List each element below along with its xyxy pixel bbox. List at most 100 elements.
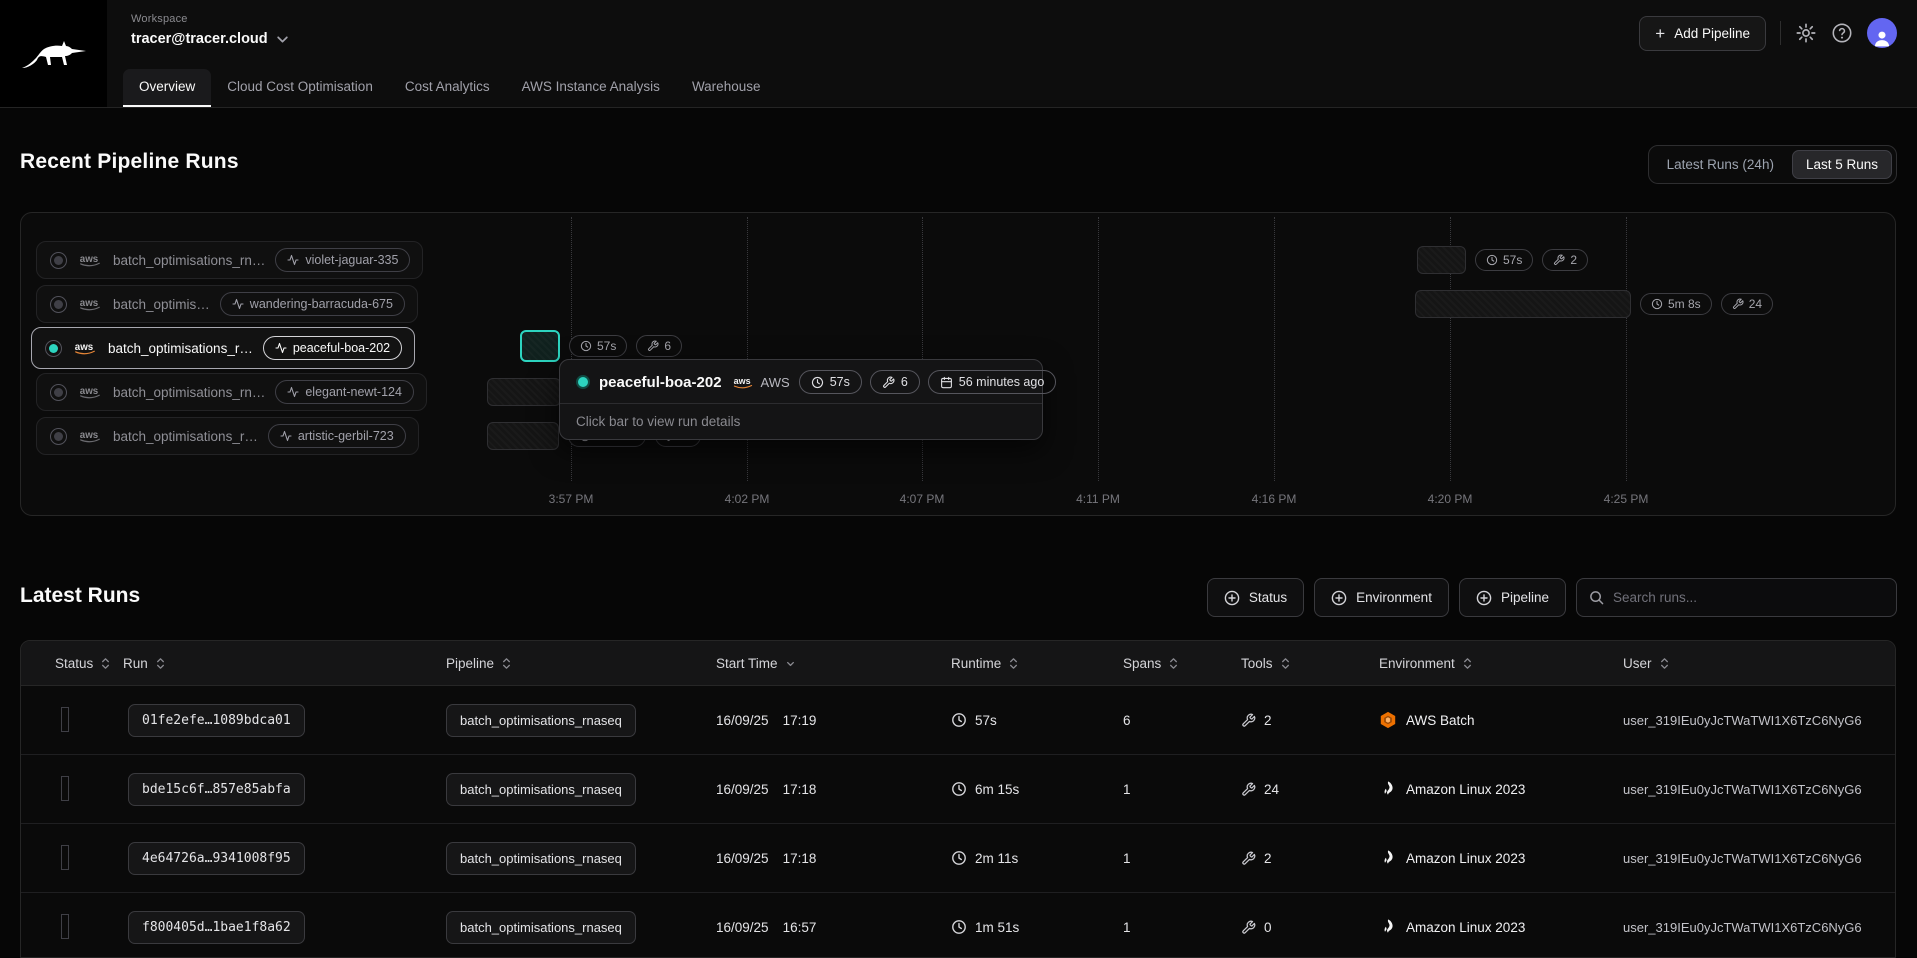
tracer-logo[interactable] [0, 0, 107, 107]
run-bar-selected[interactable] [520, 330, 560, 362]
amazon-linux-icon [1379, 849, 1397, 867]
pipeline-pill[interactable]: batch_optimisations_rnaseq [446, 773, 636, 806]
divider [1780, 21, 1781, 45]
time-range-toggle: Latest Runs (24h) Last 5 Runs [1648, 145, 1897, 184]
wrench-icon [1241, 713, 1256, 728]
run-chip-wandering-barracuda-675[interactable]: batch_optimis… wandering-barracuda-675 [36, 285, 418, 323]
amazon-linux-icon [1379, 918, 1397, 936]
axis-tick: 4:25 PM [1604, 492, 1649, 506]
runtime-value: 2m 11s [975, 851, 1018, 866]
last-5-runs-button[interactable]: Last 5 Runs [1792, 150, 1892, 179]
sort-icon [1462, 656, 1473, 671]
activity-icon [232, 298, 244, 310]
spans-value: 1 [1123, 851, 1241, 866]
run-id-pill[interactable]: 01fe2efe…1089bdca01 [128, 704, 305, 737]
run-id-pill[interactable]: 4e64726a…9341008f95 [128, 842, 305, 875]
table-row[interactable]: bde15c6f…857e85abfa batch_optimisations_… [21, 755, 1895, 824]
spans-value: 6 [1123, 713, 1241, 728]
search-runs-input[interactable] [1613, 590, 1884, 605]
sort-icon [501, 656, 512, 671]
run-id-pill[interactable]: f800405d…1bae1f8a62 [128, 911, 305, 944]
run-tag[interactable]: artistic-gerbil-723 [268, 424, 406, 448]
tools-pill: 24 [1721, 293, 1773, 315]
run-chip-violet-jaguar-335[interactable]: batch_optimisations_rn… violet-jaguar-33… [36, 241, 423, 279]
tab-cloud-cost-optimisation[interactable]: Cloud Cost Optimisation [211, 69, 389, 107]
latest-runs-title: Latest Runs [20, 584, 140, 608]
table-header: Status Run Pipeline Start Time Runtime S… [21, 641, 1895, 686]
settings-gear-icon[interactable] [1795, 22, 1817, 44]
main-nav-tabs: Overview Cloud Cost Optimisation Cost An… [123, 69, 776, 107]
runtime-value: 57s [975, 713, 997, 728]
column-header-pipeline[interactable]: Pipeline [446, 656, 716, 671]
axis-tick: 3:57 PM [549, 492, 594, 506]
column-header-runtime[interactable]: Runtime [951, 656, 1123, 671]
wrench-icon [1732, 298, 1744, 310]
run-chip-elegant-newt-124[interactable]: batch_optimisations_rn… elegant-newt-124 [36, 373, 427, 411]
column-header-spans[interactable]: Spans [1123, 656, 1241, 671]
table-row[interactable]: 4e64726a…9341008f95 batch_optimisations_… [21, 824, 1895, 893]
run-tag[interactable]: elegant-newt-124 [275, 380, 414, 404]
clock-icon [1486, 254, 1498, 266]
run-bar[interactable] [1415, 290, 1631, 318]
timeline-panel: batch_optimisations_rn… violet-jaguar-33… [20, 212, 1896, 516]
tooltip-run-name: peaceful-boa-202 [599, 374, 722, 391]
clock-icon [580, 340, 592, 352]
tab-warehouse[interactable]: Warehouse [676, 69, 777, 107]
calendar-icon [940, 376, 953, 389]
timeline-bar-row-1: 57s 2 [1417, 246, 1588, 274]
tab-aws-instance-analysis[interactable]: AWS Instance Analysis [506, 69, 676, 107]
status-dot-icon [50, 428, 67, 445]
pipeline-filter-button[interactable]: Pipeline [1459, 578, 1566, 617]
axis-tick: 4:20 PM [1428, 492, 1473, 506]
start-date: 16/09/25 [716, 782, 769, 797]
tab-overview[interactable]: Overview [123, 69, 211, 107]
column-header-tools[interactable]: Tools [1241, 656, 1379, 671]
help-icon[interactable] [1831, 22, 1853, 44]
runtime-value: 6m 15s [975, 782, 1019, 797]
add-pipeline-button[interactable]: + Add Pipeline [1639, 16, 1766, 51]
environment-value: Amazon Linux 2023 [1406, 851, 1525, 866]
tools-pill: 6 [636, 335, 682, 357]
topbar-actions: + Add Pipeline [1639, 0, 1897, 66]
axis-tick: 4:02 PM [725, 492, 770, 506]
aardvark-logo-icon [19, 34, 89, 74]
tooltip-time-ago-pill: 56 minutes ago [928, 370, 1056, 394]
tab-cost-analytics[interactable]: Cost Analytics [389, 69, 506, 107]
environment-filter-button[interactable]: Environment [1314, 578, 1449, 617]
run-bar[interactable] [487, 378, 561, 406]
column-header-run[interactable]: Run [123, 656, 446, 671]
column-header-start-time[interactable]: Start Time [716, 656, 951, 671]
run-tag[interactable]: peaceful-boa-202 [263, 336, 402, 360]
run-bar[interactable] [1417, 246, 1466, 274]
status-dot-icon [50, 384, 67, 401]
user-avatar[interactable] [1867, 18, 1897, 48]
run-tag[interactable]: wandering-barracuda-675 [220, 292, 405, 316]
pipeline-name: batch_optimisations_r… [113, 429, 258, 444]
status-filter-button[interactable]: Status [1207, 578, 1304, 617]
run-bar[interactable] [487, 422, 559, 450]
workspace-switcher[interactable]: Workspace tracer@tracer.cloud [131, 13, 289, 47]
wrench-icon [1241, 782, 1256, 797]
pipeline-pill[interactable]: batch_optimisations_rnaseq [446, 704, 636, 737]
chevron-down-icon [276, 33, 289, 46]
run-id-pill[interactable]: bde15c6f…857e85abfa [128, 773, 305, 806]
pipeline-pill[interactable]: batch_optimisations_rnaseq [446, 842, 636, 875]
run-tooltip: peaceful-boa-202 AWS 57s 6 56 minutes ag… [559, 359, 1043, 440]
status-dot-icon [50, 252, 67, 269]
table-row[interactable]: 01fe2efe…1089bdca01 batch_optimisations_… [21, 686, 1895, 755]
column-header-user[interactable]: User [1623, 656, 1895, 671]
latest-runs-24h-button[interactable]: Latest Runs (24h) [1653, 150, 1788, 179]
run-tag[interactable]: violet-jaguar-335 [275, 248, 410, 272]
pipeline-name: batch_optimisations_r… [108, 341, 253, 356]
column-header-status[interactable]: Status [21, 656, 123, 671]
table-row[interactable]: f800405d…1bae1f8a62 batch_optimisations_… [21, 893, 1895, 958]
run-chip-artistic-gerbil-723[interactable]: batch_optimisations_r… artistic-gerbil-7… [36, 417, 419, 455]
tooltip-runtime-pill: 57s [799, 370, 862, 394]
activity-icon [280, 430, 292, 442]
column-header-environment[interactable]: Environment [1379, 656, 1623, 671]
run-chip-peaceful-boa-202[interactable]: batch_optimisations_r… peaceful-boa-202 [31, 327, 415, 369]
clock-icon [951, 712, 967, 728]
pipeline-pill[interactable]: batch_optimisations_rnaseq [446, 911, 636, 944]
add-pipeline-label: Add Pipeline [1674, 26, 1750, 41]
workspace-name: tracer@tracer.cloud [131, 31, 268, 47]
